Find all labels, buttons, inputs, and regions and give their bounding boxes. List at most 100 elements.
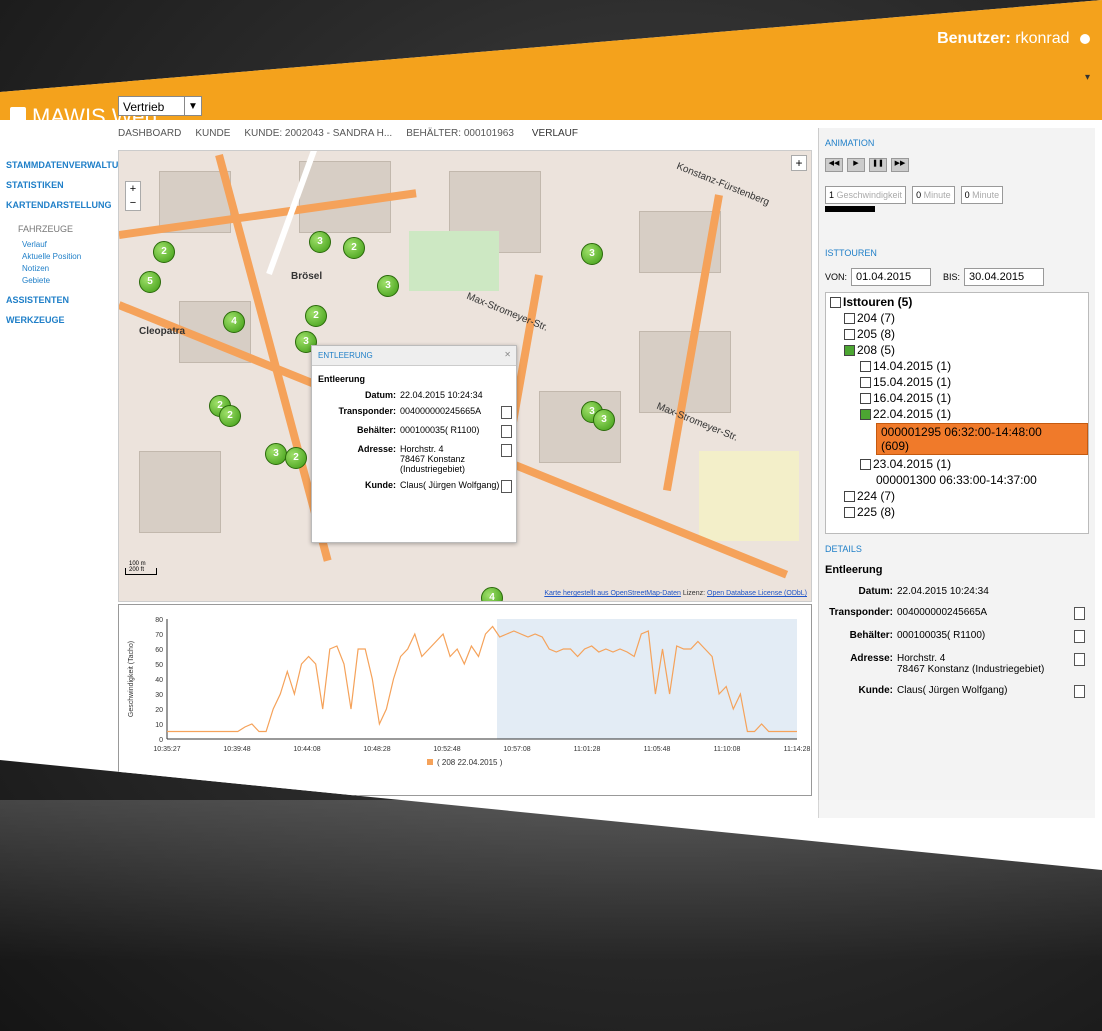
selected-trip[interactable]: 000001295 06:32:00-14:48:00 (609) — [876, 423, 1088, 455]
layer-plus-button[interactable]: + — [791, 155, 807, 171]
crumb-kunde-detail[interactable]: KUNDE: 2002043 - SANDRA H... — [244, 128, 392, 139]
checkbox[interactable] — [844, 345, 855, 357]
map-marker[interactable]: 3 — [309, 231, 331, 253]
checkbox[interactable] — [860, 409, 871, 421]
document-icon[interactable] — [1074, 685, 1085, 698]
checkbox[interactable] — [844, 329, 855, 341]
close-icon[interactable]: ✕ — [504, 350, 511, 359]
top-bar: Benutzer: rkonrad ▾ MAWIS Web Vertrieb ▼ — [0, 0, 1102, 129]
sidebar-link-gebiete[interactable]: Gebiete — [22, 276, 112, 285]
tree-node-date[interactable]: 23.04.2015 (1) — [826, 457, 1088, 471]
document-icon[interactable] — [1074, 653, 1085, 666]
crumb-behaelter[interactable]: BEHÄLTER: 000101963 — [406, 128, 514, 139]
sidebar-item-stammdaten[interactable]: STAMMDATENVERWALTUNG — [6, 160, 132, 170]
tree-node-205[interactable]: 205 (8) — [826, 327, 1088, 341]
speed-stepper[interactable]: 1 Geschwindigkeit — [825, 186, 907, 204]
tree-node-date[interactable]: 14.04.2015 (1) — [826, 359, 1088, 373]
tree-node-date[interactable]: 15.04.2015 (1) — [826, 375, 1088, 389]
tree-root[interactable]: Isttouren (5) — [826, 295, 1088, 309]
bis-date-input[interactable]: 30.04.2015 — [964, 268, 1045, 286]
crumb-dashboard[interactable]: DASHBOARD — [118, 128, 181, 139]
checkbox[interactable] — [844, 313, 855, 325]
map-area — [699, 451, 799, 541]
section-animation[interactable]: ANIMATION — [825, 138, 1089, 148]
sidebar-link-position[interactable]: Aktuelle Position — [22, 252, 112, 261]
sidebar-item-statistiken[interactable]: STATISTIKEN — [6, 180, 112, 190]
checkbox[interactable] — [830, 297, 841, 309]
odbl-link[interactable]: Open Database License (ODbL) — [707, 590, 807, 597]
tree-node-trip[interactable]: 000001300 06:33:00-14:37:00 — [826, 473, 1088, 487]
tree-node-204[interactable]: 204 (7) — [826, 311, 1088, 325]
minute-stepper-2[interactable]: 0 Minute — [960, 186, 1004, 204]
mode-select[interactable]: Vertrieb ▼ — [118, 96, 202, 116]
document-icon[interactable] — [501, 444, 512, 457]
document-icon[interactable] — [1074, 607, 1085, 620]
tree-node-trip-selected[interactable]: 000001295 06:32:00-14:48:00 (609) — [826, 423, 1088, 455]
sidebar-link-verlauf[interactable]: Verlauf — [22, 240, 112, 249]
map-marker[interactable]: 4 — [481, 587, 503, 601]
tour-tree: Isttouren (5) 204 (7) 205 (8) 208 (5) 14… — [825, 292, 1089, 534]
sidebar-item-kartendarstellung[interactable]: KARTENDARSTELLUNG — [6, 200, 112, 210]
tree-node-208[interactable]: 208 (5) — [826, 343, 1088, 357]
checkbox[interactable] — [860, 393, 871, 405]
document-icon[interactable] — [1074, 630, 1085, 643]
osm-link[interactable]: Karte hergestellt aus OpenStreetMap-Date… — [544, 590, 681, 597]
map-marker[interactable]: 3 — [593, 409, 615, 431]
map-marker[interactable]: 2 — [153, 241, 175, 263]
map-marker[interactable]: 2 — [285, 447, 307, 469]
checkbox[interactable] — [844, 491, 855, 503]
tree-label: 208 (5) — [857, 343, 896, 357]
document-icon[interactable] — [501, 406, 512, 419]
chevron-down-icon[interactable]: ▼ — [184, 97, 201, 115]
value: 004000000245665A — [400, 406, 482, 416]
forward-button[interactable]: ▶▶ — [891, 158, 909, 172]
document-icon[interactable] — [501, 480, 512, 493]
zoom-out-button[interactable]: − — [126, 196, 140, 210]
y-tick-label: 20 — [155, 707, 163, 714]
dropdown-arrow-icon[interactable]: ▾ — [1085, 72, 1090, 83]
zoom-in-button[interactable]: + — [126, 182, 140, 196]
poi-label: Brösel — [291, 271, 323, 282]
y-tick-label: 30 — [155, 692, 163, 699]
details-heading: Entleerung — [825, 564, 883, 576]
minute-stepper-1[interactable]: 0 Minute — [912, 186, 955, 204]
checkbox[interactable] — [860, 361, 871, 373]
map-marker[interactable]: 2 — [343, 237, 365, 259]
crumb-verlauf[interactable]: VERLAUF — [527, 128, 583, 139]
tree-node-date[interactable]: 22.04.2015 (1) — [826, 407, 1088, 421]
section-details[interactable]: DETAILS — [825, 544, 1089, 554]
value: Claus( Jürgen Wolfgang) — [400, 480, 500, 490]
map-marker[interactable]: 2 — [305, 305, 327, 327]
von-date-input[interactable]: 01.04.2015 — [851, 268, 932, 286]
crumb-kunde[interactable]: KUNDE — [195, 128, 230, 139]
gear-icon[interactable] — [1080, 33, 1090, 44]
sidebar-item-werkzeuge[interactable]: WERKZEUGE — [6, 315, 112, 325]
details-panel: Entleerung Datum: 22.04.2015 10:24:34 Tr… — [825, 564, 1089, 698]
stage: Benutzer: rkonrad ▾ MAWIS Web Vertrieb ▼… — [0, 0, 1102, 1031]
checkbox[interactable] — [860, 377, 871, 389]
map-marker[interactable]: 3 — [265, 443, 287, 465]
map-marker[interactable]: 3 — [581, 243, 603, 265]
speed-chart[interactable]: Geschwindigkeit (Tacho) 80 70 60 50 40 30 20 10 0… — [118, 604, 812, 796]
checkbox[interactable] — [844, 507, 855, 519]
tree-node-date[interactable]: 16.04.2015 (1) — [826, 391, 1088, 405]
map-marker[interactable]: 2 — [219, 405, 241, 427]
mode-select-value: Vertrieb — [123, 100, 165, 114]
section-isttouren[interactable]: ISTTOUREN — [825, 248, 1089, 258]
document-icon[interactable] — [501, 425, 512, 438]
rewind-button[interactable]: ◀◀ — [825, 158, 843, 172]
map-marker[interactable]: 4 — [223, 311, 245, 333]
sidebar-item-assistenten[interactable]: ASSISTENTEN — [6, 295, 112, 305]
pause-button[interactable]: ❚❚ — [869, 158, 887, 172]
tree-node-224[interactable]: 224 (7) — [826, 489, 1088, 503]
checkbox[interactable] — [860, 459, 871, 471]
sidebar-subheader-fahrzeuge: FAHRZEUGE — [18, 224, 74, 234]
user-info[interactable]: Benutzer: rkonrad — [937, 30, 1090, 48]
map[interactable]: Max-Stromeyer-Str. Max-Stromeyer-Str. Ko… — [118, 150, 812, 602]
sidebar-link-notizen[interactable]: Notizen — [22, 264, 112, 273]
play-button[interactable]: ▶ — [847, 158, 865, 172]
map-marker[interactable]: 5 — [139, 271, 161, 293]
map-marker[interactable]: 3 — [377, 275, 399, 297]
tree-node-225[interactable]: 225 (8) — [826, 505, 1088, 519]
x-tick-label: 10:35:27 — [153, 746, 180, 753]
